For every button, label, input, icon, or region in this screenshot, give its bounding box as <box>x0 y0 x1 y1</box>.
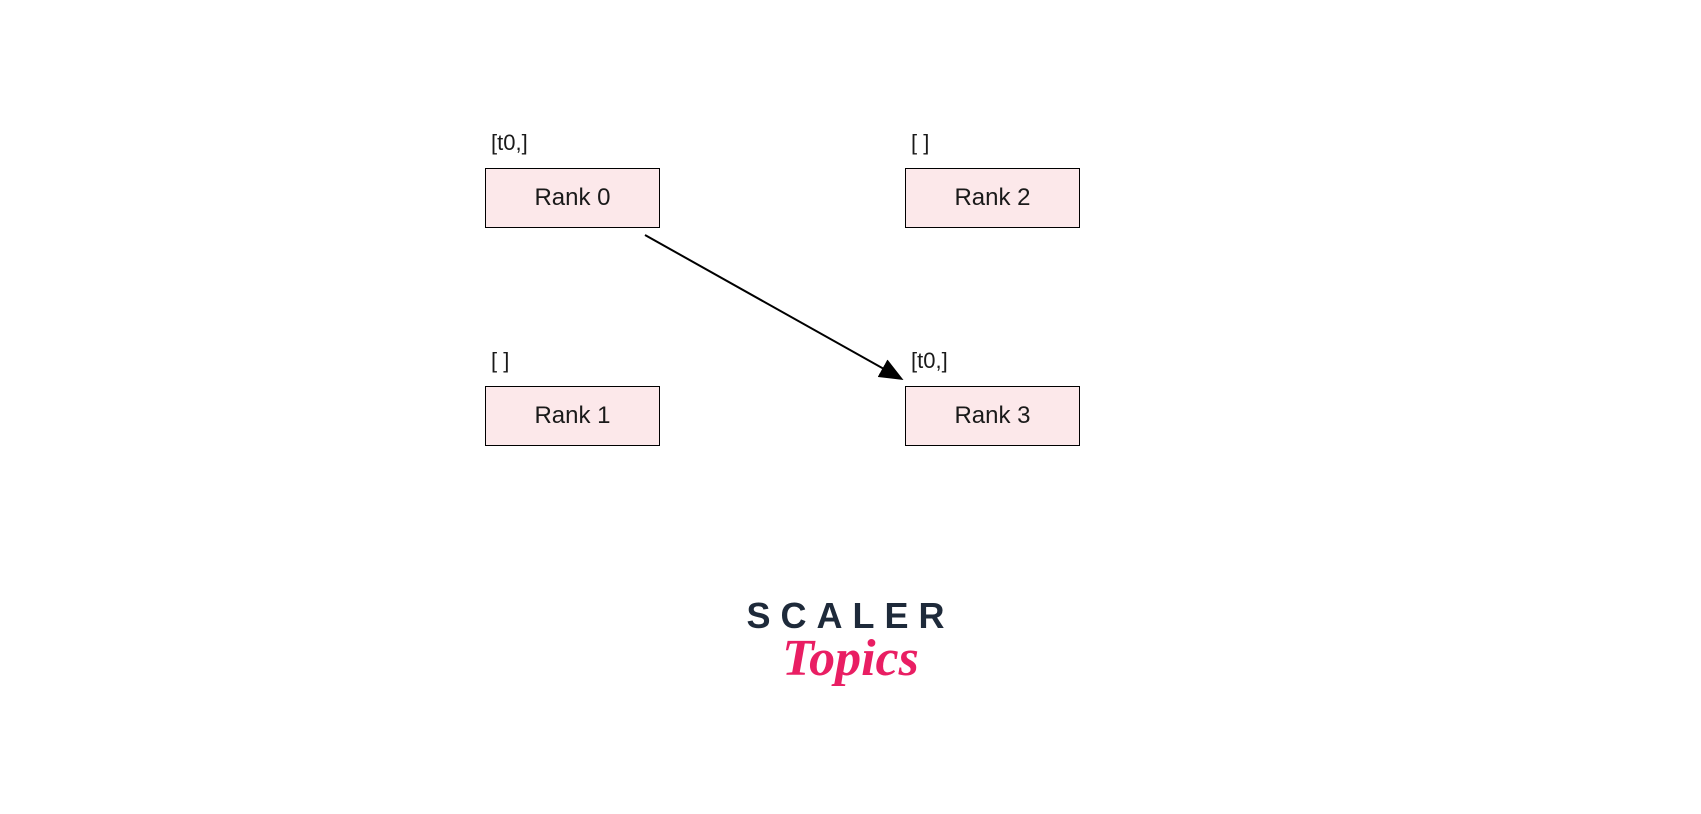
node-name: Rank 2 <box>954 184 1030 212</box>
logo-line2: Topics <box>746 629 954 688</box>
arrow-icon <box>640 230 930 400</box>
node-box: Rank 3 <box>905 386 1080 446</box>
node-rank-0: [t0,] Rank 0 <box>485 130 660 228</box>
node-box: Rank 0 <box>485 168 660 228</box>
node-rank-1: [ ] Rank 1 <box>485 348 660 446</box>
node-name: Rank 3 <box>954 402 1030 430</box>
node-name: Rank 0 <box>534 184 610 212</box>
node-state-label: [ ] <box>911 130 1080 156</box>
node-rank-3: [t0,] Rank 3 <box>905 348 1080 446</box>
node-name: Rank 1 <box>534 402 610 430</box>
diagram-container: [t0,] Rank 0 [ ] Rank 1 [ ] Rank 2 [t0,]… <box>0 130 1701 510</box>
node-box: Rank 1 <box>485 386 660 446</box>
scaler-topics-logo: SCALER Topics <box>746 595 954 688</box>
node-rank-2: [ ] Rank 2 <box>905 130 1080 228</box>
node-state-label: [ ] <box>491 348 660 374</box>
node-state-label: [t0,] <box>911 348 1080 374</box>
node-box: Rank 2 <box>905 168 1080 228</box>
node-state-label: [t0,] <box>491 130 660 156</box>
